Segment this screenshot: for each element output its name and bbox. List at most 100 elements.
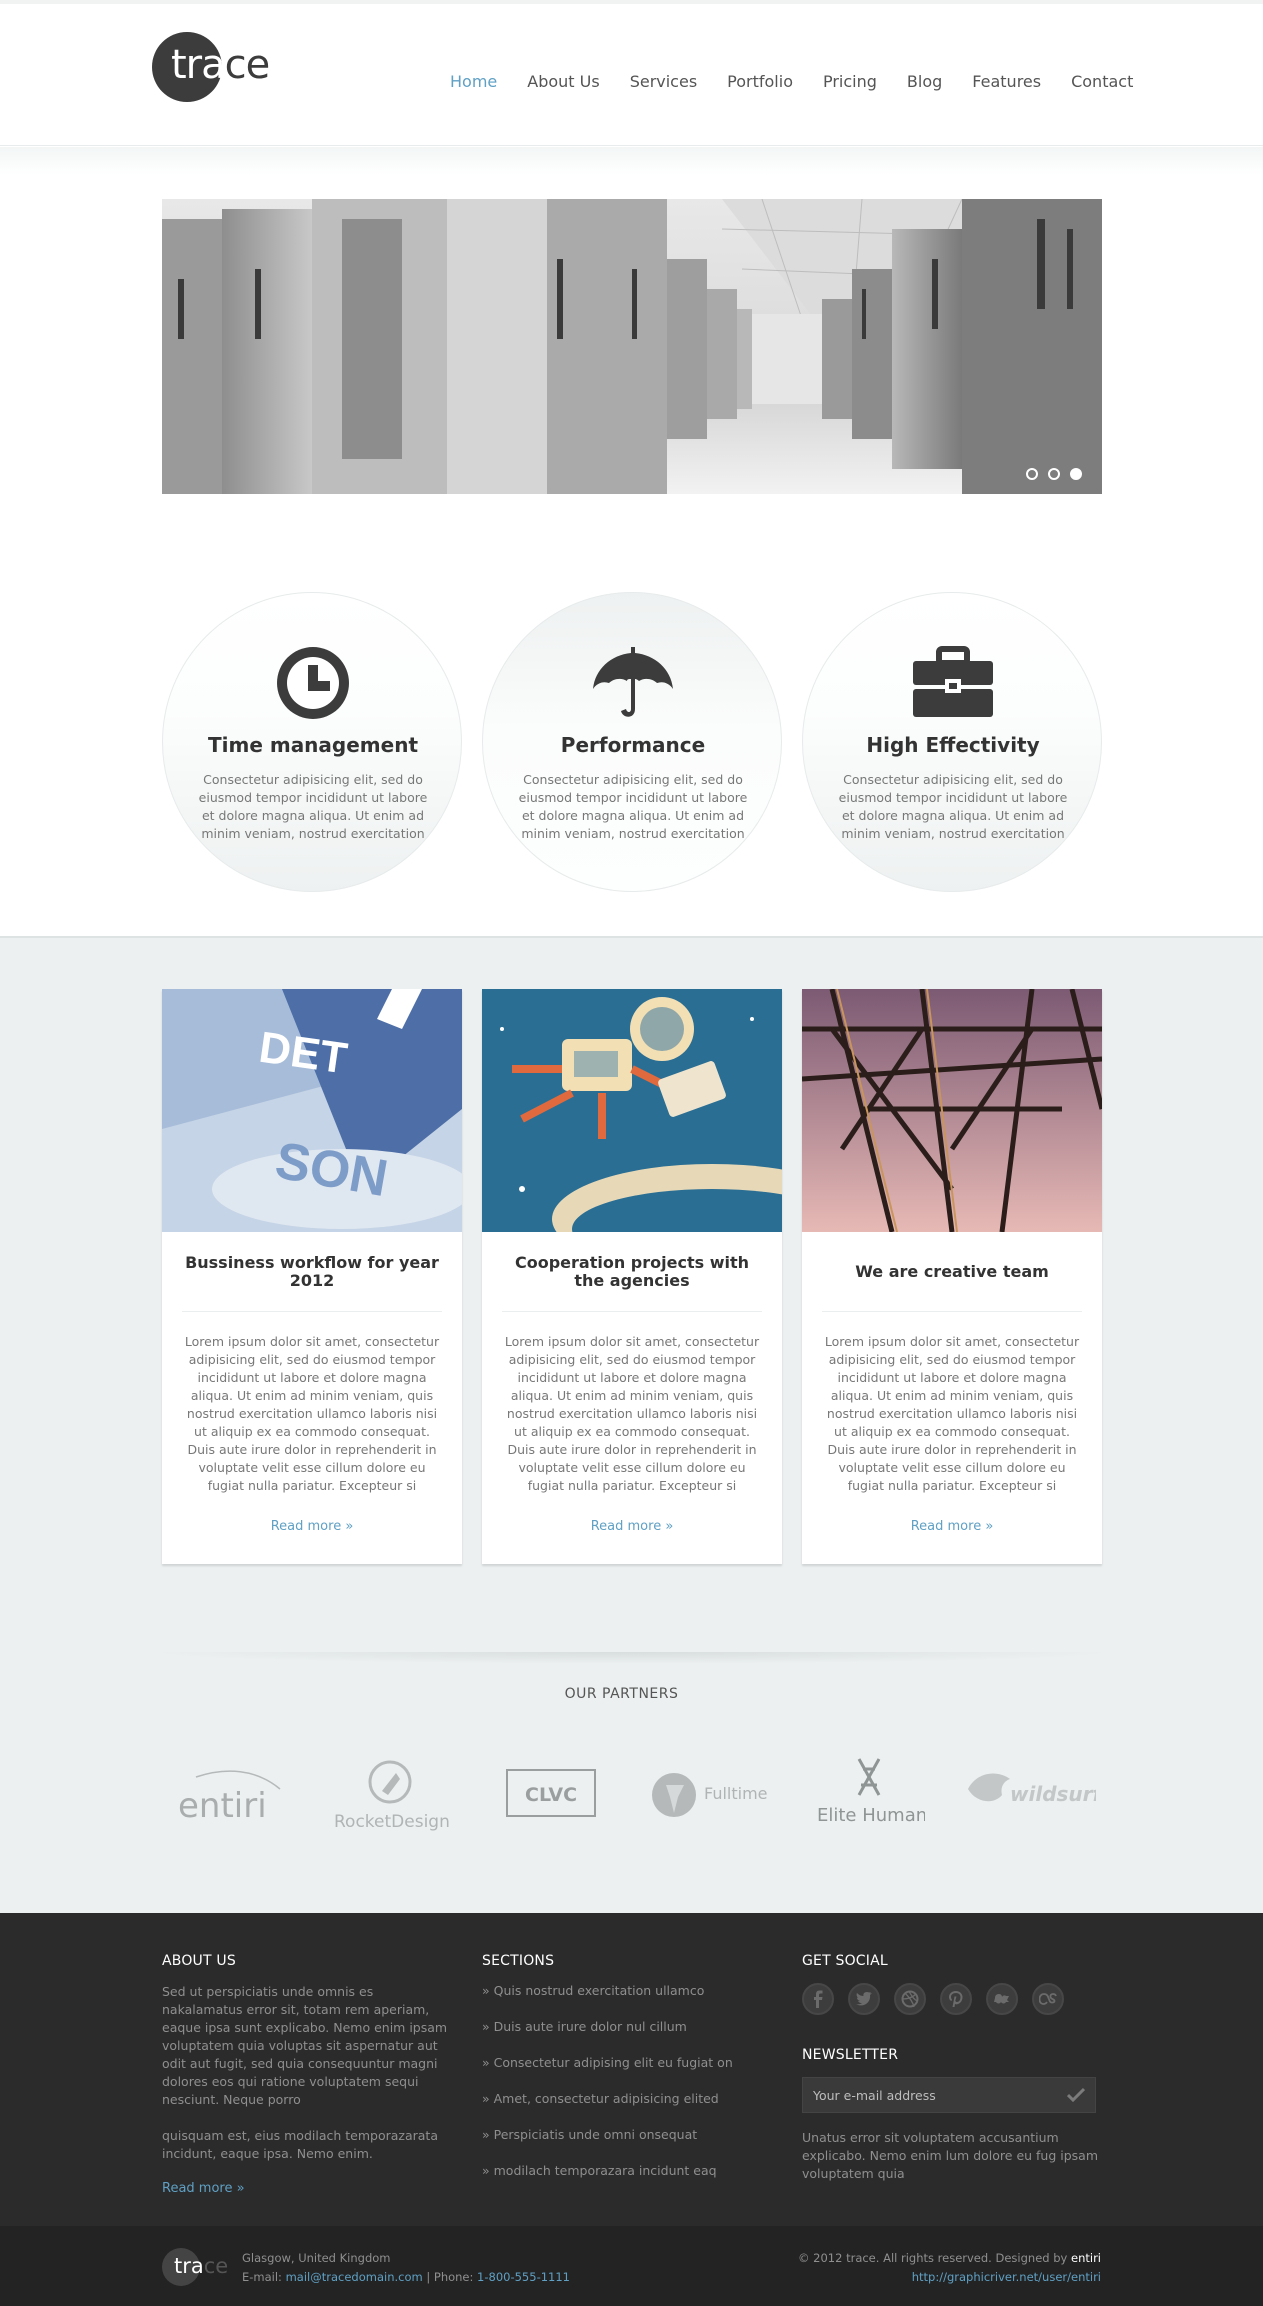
footer-section-link[interactable]: » Quis nostrud exercitation ullamco [482,1983,772,2019]
nav-portfolio[interactable]: Portfolio [727,72,793,91]
partner-name: entiri [178,1786,267,1826]
footer-about-title: ABOUT US [162,1953,236,1969]
designer-url-link[interactable]: http://graphicriver.net/user/entiri [912,2270,1101,2284]
slider-dot-active[interactable] [1070,468,1082,480]
footer-sections-title: SECTIONS [482,1953,555,1969]
partner-name: Elite Human [817,1805,925,1826]
copyright-text: © 2012 trace. All rights reserved. Desig… [798,2251,1068,2265]
slider-dot[interactable] [1048,468,1060,480]
logo[interactable]: trace [152,32,272,104]
footer-section-link[interactable]: » modilach temporazara incidunt eaq [482,2163,772,2199]
contact-info: Glasgow, United Kingdom E-mail: mail@tra… [242,2249,570,2287]
read-more-link[interactable]: Read more » [162,1519,462,1534]
footer-about-text-2: quisquam est, eius modilach temporazarat… [162,2128,438,2161]
nav-services[interactable]: Services [630,72,697,91]
card-cooperation-projects: Cooperation projects with the agencies L… [482,989,782,1564]
social-icons [802,1983,1102,2015]
footer-social-title: GET SOCIAL [802,1953,888,1969]
partners-divider [140,1652,1123,1664]
card-title: Bussiness workflow for year 2012 [185,1253,439,1290]
feature-time-management: Time management Consectetur adipisicing … [162,592,462,892]
footer-read-more-link[interactable]: Read more » [162,2181,452,2196]
partner-logo-elite-human[interactable]: Elite Human [815,1755,927,1835]
newsletter-form [802,2077,1096,2113]
nav-contact[interactable]: Contact [1071,72,1133,91]
nav-features[interactable]: Features [972,72,1041,91]
footer-sections: SECTIONS » Quis nostrud exercitation ull… [482,1953,772,2199]
hero-slider[interactable] [162,199,1102,494]
nav-blog[interactable]: Blog [907,72,942,91]
card-image [802,989,1102,1232]
partner-logo-fulltime[interactable]: Fulltime [652,1755,772,1835]
rocketdesign-logo: RocketDesign [334,1760,450,1832]
partner-name: CLVC [525,1784,577,1806]
slider-dot[interactable] [1026,468,1038,480]
twitter-icon[interactable] [848,1983,880,2015]
location-text: Glasgow, United Kingdom [242,2251,391,2265]
partner-logo-wildsurf[interactable]: wildsurf [966,1755,1104,1835]
feature-performance: Performance Consectetur adipisicing elit… [482,592,782,892]
nav-about-us[interactable]: About Us [527,72,599,91]
footer-logo-text: trace [174,2254,229,2278]
slider-dots [1026,468,1082,480]
copyright-info: © 2012 trace. All rights reserved. Desig… [798,2249,1101,2287]
header-shadow [0,147,1263,175]
card-divider [502,1311,762,1312]
briefcase-icon [913,646,993,717]
card-image: DET SON [162,989,462,1232]
phone-label: | Phone: [426,2270,474,2284]
partner-name: wildsurf [1010,1782,1096,1806]
card-text: Lorem ipsum dolor sit amet, consectetur … [824,1334,1080,1493]
umbrella-icon [593,647,673,717]
delicious-icon[interactable] [986,1983,1018,2015]
footer-section-link[interactable]: » Consectetur adipising elit eu fugiat o… [482,2055,772,2091]
card-divider [182,1311,442,1312]
feature-text: Consectetur adipisicing elit, sed do eiu… [838,772,1068,841]
email-link[interactable]: mail@tracedomain.com [286,2270,423,2284]
feature-text: Consectetur adipisicing elit, sed do eiu… [198,772,428,841]
partner-logo-rocketdesign[interactable]: RocketDesign [332,1755,452,1835]
card-title: We are creative team [855,1262,1049,1281]
nav-pricing[interactable]: Pricing [823,72,877,91]
feature-high-effectivity: High Effectivity Consectetur adipisicing… [802,592,1102,892]
footer-section-link[interactable]: » Perspiciatis unde omni onsequat [482,2127,772,2163]
feature-text: Consectetur adipisicing elit, sed do eiu… [518,772,748,841]
footer-section-link[interactable]: » Duis aute irure dolor nul cillum [482,2019,772,2055]
facebook-icon[interactable] [802,1983,834,2015]
lastfm-icon[interactable] [1032,1983,1064,2015]
footer-logo[interactable]: trace [162,2248,232,2288]
entiri-logo: entiri [178,1770,281,1826]
partner-logo-clvc[interactable]: CLVC [505,1755,597,1835]
nav-home[interactable]: Home [450,72,497,91]
card-image [482,989,782,1232]
clock-icon [277,647,349,719]
footer-section-link[interactable]: » Amet, consectetur adipisicing elited [482,2091,772,2127]
partner-logo-entiri[interactable]: entiri [176,1755,286,1835]
newsletter-email-input[interactable] [803,2078,1063,2112]
designer-name[interactable]: entiri [1071,2251,1101,2265]
clvc-logo: CLVC [506,1769,596,1817]
email-label: E-mail: [242,2270,282,2284]
partner-name: RocketDesign [334,1812,450,1832]
feature-title: Time management [207,733,419,757]
site-header: trace Home About Us Services Portfolio P… [0,4,1263,146]
card-divider [822,1311,1082,1312]
checkmark-icon[interactable] [1067,2087,1085,2103]
card-creative-team: We are creative team Lorem ipsum dolor s… [802,989,1102,1564]
newsletter-text: Unatus error sit voluptatem accusantium … [802,2130,1099,2181]
logo-text: trace [171,42,270,88]
wildsurf-logo: wildsurf [968,1773,1104,1806]
elite-human-logo: Elite Human [817,1758,927,1826]
footer-about-text: Sed ut perspiciatis unde omnis es nakala… [162,1984,448,2107]
footer-about: ABOUT US Sed ut perspiciatis unde omnis … [162,1953,452,2196]
pinterest-icon[interactable] [940,1983,972,2015]
read-more-link[interactable]: Read more » [482,1519,782,1534]
dribbble-icon[interactable] [894,1983,926,2015]
read-more-link[interactable]: Read more » [802,1519,1102,1534]
card-text: Lorem ipsum dolor sit amet, consectetur … [504,1334,760,1493]
phone-link[interactable]: 1-800-555-1111 [477,2270,570,2284]
card-text: Lorem ipsum dolor sit amet, consectetur … [184,1334,440,1493]
main-nav: Home About Us Services Portfolio Pricing… [450,72,1163,91]
footer-social: GET SOCIAL NEWSLETTER Unatus error sit v… [802,1953,1102,2183]
card-title: Cooperation projects with the agencies [514,1253,749,1290]
